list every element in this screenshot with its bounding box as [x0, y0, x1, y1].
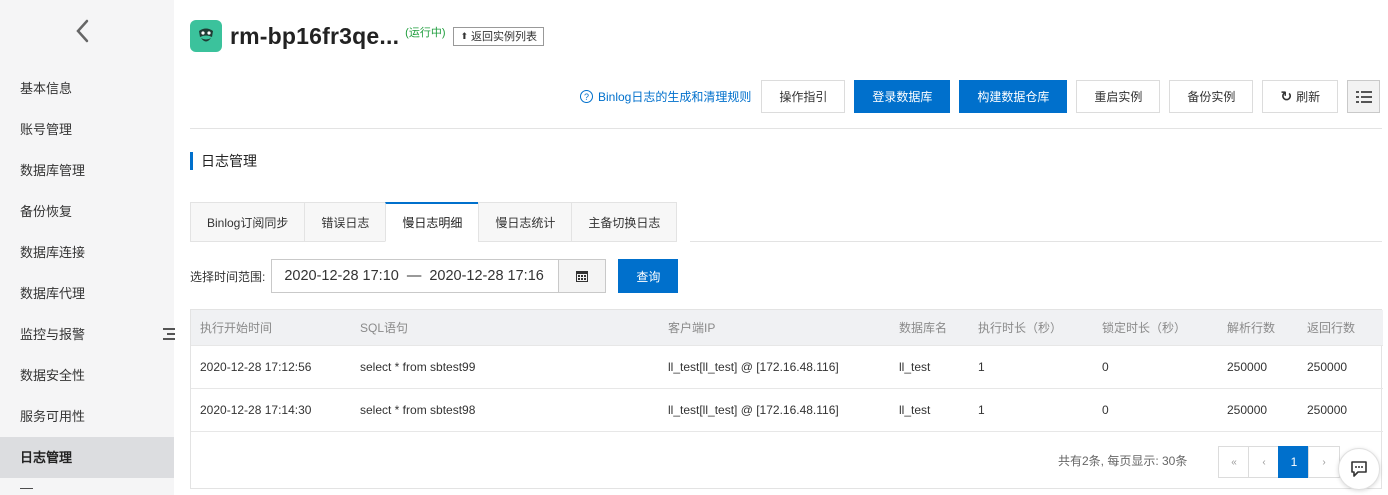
cell-start-time: 2020-12-28 17:12:56 [200, 359, 312, 374]
col-lock-duration[interactable]: 锁定时长（秒） [1093, 310, 1218, 345]
cell-lock-duration: 0 [1102, 402, 1109, 417]
sidebar-item-monitoring[interactable]: 监控与报警 [0, 314, 174, 355]
sidebar-item-availability[interactable]: 服务可用性 [0, 396, 174, 437]
backup-instance-button[interactable]: 备份实例 [1169, 80, 1254, 113]
sidebar-item-accounts[interactable]: 账号管理 [0, 109, 174, 150]
table-row: 2020-12-28 17:14:30 select * from sbtest… [191, 388, 1383, 431]
binlog-help-label: Binlog日志的生成和清理规则 [598, 90, 752, 104]
back-to-list-button[interactable]: ⬆ 返回实例列表 [453, 26, 545, 46]
sidebar-item-databases[interactable]: 数据库管理 [0, 150, 174, 191]
cell-db-name: ll_test [899, 402, 931, 417]
tab-slow-log-detail[interactable]: 慢日志明细 [385, 202, 479, 242]
table-header-row: 执行开始时间 SQL语句 客户端IP 数据库名 执行时长（秒） 锁定时长（秒） … [191, 310, 1383, 345]
cell-start-time: 2020-12-28 17:14:30 [200, 402, 312, 417]
refresh-icon: ↻ [1280, 88, 1293, 104]
col-db-name[interactable]: 数据库名 [890, 310, 969, 345]
list-view-icon [1355, 90, 1372, 103]
time-range-label: 选择时间范围: [190, 269, 266, 284]
action-toolbar: ? Binlog日志的生成和清理规则 操作指引 登录数据库 构建数据仓库 重启实… [580, 80, 1381, 113]
cell-client-ip: ll_test[ll_test] @ [172.16.48.116] [668, 402, 839, 417]
sidebar-item-backup-restore[interactable]: 备份恢复 [0, 191, 174, 232]
chat-button[interactable] [1338, 448, 1380, 490]
cell-exec-duration: 1 [978, 359, 985, 374]
pagination-summary: 共有2条, 每页显示: 30条 [1058, 454, 1188, 468]
next-page-button[interactable]: › [1308, 446, 1340, 478]
instance-name: rm-bp16fr3qe... [230, 22, 400, 49]
cell-db-name: ll_test [899, 359, 931, 374]
cell-rows-returned: 250000 [1307, 402, 1348, 417]
calendar-button[interactable] [559, 259, 607, 293]
calendar-icon [576, 271, 589, 282]
chat-icon [1351, 461, 1367, 477]
header-divider [190, 128, 1382, 129]
sidebar-collapse-handle[interactable] [162, 326, 176, 342]
page-button-current[interactable]: 1 [1278, 446, 1310, 478]
section-title: 日志管理 [190, 152, 257, 170]
col-start-time[interactable]: 执行开始时间 [191, 310, 351, 345]
tab-binlog[interactable]: Binlog订阅同步 [190, 202, 305, 242]
cell-rows-examined: 250000 [1227, 402, 1268, 417]
tabs-baseline [690, 241, 1382, 242]
chevron-left-icon [76, 19, 89, 43]
col-rows-returned[interactable]: 返回行数 [1298, 310, 1383, 345]
pagination: 共有2条, 每页显示: 30条 « ‹ 1 › [190, 440, 1382, 480]
binlog-help-link[interactable]: ? Binlog日志的生成和清理规则 [580, 88, 751, 105]
restart-instance-button[interactable]: 重启实例 [1076, 80, 1161, 113]
list-view-button[interactable] [1347, 80, 1381, 113]
cell-rows-returned: 250000 [1307, 359, 1348, 374]
sidebar-item-db-connection[interactable]: 数据库连接 [0, 232, 174, 273]
log-tabs: Binlog订阅同步 错误日志 慢日志明细 慢日志统计 主备切换日志 [190, 202, 678, 242]
query-button[interactable]: 查询 [618, 259, 679, 293]
sidebar-item-data-security[interactable]: 数据安全性 [0, 355, 174, 396]
sidebar-item-db-proxy[interactable]: 数据库代理 [0, 273, 174, 314]
sidebar-item-log-management[interactable]: 日志管理 [0, 437, 174, 478]
sidebar-item-basic-info[interactable]: 基本信息 [0, 68, 174, 109]
sidebar-nav: 基本信息 账号管理 数据库管理 备份恢复 数据库连接 数据库代理 监控与报警 数… [0, 68, 174, 495]
back-to-list-label: 返回实例列表 [471, 31, 538, 43]
col-exec-duration[interactable]: 执行时长（秒） [969, 310, 1093, 345]
login-database-button[interactable]: 登录数据库 [854, 80, 951, 113]
cell-sql: select * from sbtest98 [360, 402, 476, 417]
refresh-button[interactable]: ↻ 刷新 [1262, 80, 1339, 113]
cell-exec-duration: 1 [978, 402, 985, 417]
arrow-up-icon: ⬆ [460, 30, 469, 41]
tab-slow-log-stats[interactable]: 慢日志统计 [478, 202, 572, 242]
question-circle-icon: ? [580, 90, 593, 103]
sidebar-item-partial[interactable]: — [0, 478, 174, 495]
prev-page-button[interactable]: ‹ [1248, 446, 1280, 478]
refresh-label: 刷新 [1296, 90, 1321, 104]
build-warehouse-button[interactable]: 构建数据仓库 [959, 80, 1068, 113]
table-row: 2020-12-28 17:12:56 select * from sbtest… [191, 345, 1383, 388]
time-range-filter: 选择时间范围: 2020-12-28 17:10 — 2020-12-28 17… [190, 259, 679, 293]
start-time: 2020-12-28 17:10 [284, 268, 399, 284]
tab-error-log[interactable]: 错误日志 [304, 202, 386, 242]
database-logo-icon [190, 20, 222, 52]
back-button[interactable] [70, 16, 94, 46]
cell-client-ip: ll_test[ll_test] @ [172.16.48.116] [668, 359, 839, 374]
status-badge: (运行中) [405, 27, 446, 39]
sidebar: 基本信息 账号管理 数据库管理 备份恢复 数据库连接 数据库代理 监控与报警 数… [0, 0, 176, 495]
cell-lock-duration: 0 [1102, 359, 1109, 374]
range-separator: — [406, 268, 422, 284]
guide-button[interactable]: 操作指引 [761, 80, 846, 113]
col-client-ip[interactable]: 客户端IP [659, 310, 890, 345]
tab-failover-log[interactable]: 主备切换日志 [571, 202, 678, 242]
end-time: 2020-12-28 17:16 [429, 268, 544, 284]
cell-sql: select * from sbtest99 [360, 359, 476, 374]
instance-header: rm-bp16fr3qe... (运行中) ⬆ 返回实例列表 [190, 18, 545, 54]
cell-rows-examined: 250000 [1227, 359, 1268, 374]
collapse-icon [163, 328, 175, 340]
col-sql[interactable]: SQL语句 [351, 310, 659, 345]
date-range-input[interactable]: 2020-12-28 17:10 — 2020-12-28 17:16 [271, 259, 560, 293]
first-page-button[interactable]: « [1218, 446, 1250, 478]
col-rows-examined[interactable]: 解析行数 [1218, 310, 1298, 345]
